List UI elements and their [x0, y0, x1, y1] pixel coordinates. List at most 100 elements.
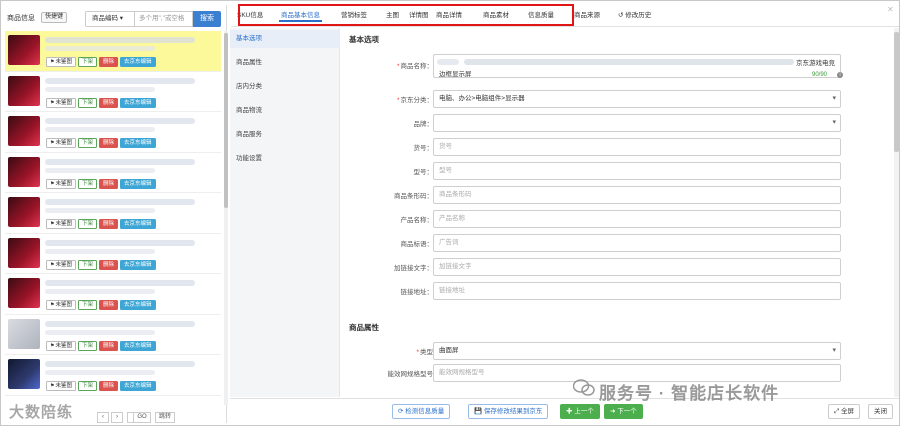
- nav-item-3[interactable]: 商品物流: [230, 102, 340, 120]
- product-name-input[interactable]: 京东游戏电竞 边框显示屏: [433, 54, 841, 78]
- jd-edit-button[interactable]: 去京东编辑: [120, 259, 156, 270]
- delete-button[interactable]: 删除: [99, 138, 119, 148]
- go-button[interactable]: GO: [133, 412, 151, 423]
- product-thumbnail[interactable]: [8, 237, 40, 268]
- jd-edit-button[interactable]: 去京东编辑: [120, 340, 156, 351]
- list-item[interactable]: 未鉴图下架删除去京东编辑: [5, 153, 221, 193]
- product-thumbnail[interactable]: [8, 359, 40, 389]
- off-shelf-button[interactable]: 下架: [78, 57, 98, 67]
- off-shelf-button[interactable]: 下架: [78, 259, 98, 270]
- off-shelf-button[interactable]: 下架: [78, 97, 98, 108]
- shortcut-button[interactable]: 快捷键: [41, 12, 68, 23]
- off-shelf-button[interactable]: 下架: [78, 138, 98, 148]
- delete-button[interactable]: 删除: [99, 300, 119, 310]
- flag-button[interactable]: 未鉴图: [46, 178, 76, 189]
- save-to-jd-button[interactable]: 💾 保存修改结果到京东: [468, 404, 549, 419]
- item-actions: 未鉴图下架删除去京东编辑: [46, 381, 156, 391]
- nav-item-4[interactable]: 商品服务: [230, 126, 340, 144]
- jump-button[interactable]: 跳转: [155, 412, 175, 423]
- flag-button[interactable]: 未鉴图: [46, 340, 76, 351]
- info-icon[interactable]: i: [837, 72, 843, 78]
- delete-button[interactable]: 删除: [99, 381, 119, 391]
- list-item[interactable]: 未鉴图下架删除去京东编辑: [5, 112, 221, 153]
- product-thumbnail[interactable]: [8, 75, 40, 106]
- select-field[interactable]: 电脑、办公>电脑组件>显示器: [433, 90, 841, 108]
- off-shelf-button[interactable]: 下架: [78, 340, 98, 351]
- close-icon[interactable]: ✕: [887, 5, 894, 14]
- title-redacted: [45, 361, 195, 367]
- jd-edit-button[interactable]: 去京东编辑: [120, 178, 156, 189]
- tab-8[interactable]: 商品来源: [574, 9, 600, 19]
- off-shelf-button[interactable]: 下架: [78, 300, 98, 310]
- subtitle-redacted: [45, 46, 155, 51]
- delete-button[interactable]: 删除: [99, 57, 119, 67]
- jd-edit-button[interactable]: 去京东编辑: [120, 381, 156, 391]
- tab-9[interactable]: ↺ 修改历史: [618, 9, 651, 19]
- form-scrollbar-thumb[interactable]: [894, 32, 899, 152]
- delete-button[interactable]: 删除: [99, 219, 119, 229]
- jd-edit-button[interactable]: 去京东编辑: [120, 57, 156, 67]
- off-shelf-button[interactable]: 下架: [78, 219, 98, 229]
- flag-button[interactable]: 未鉴图: [46, 259, 76, 270]
- text-field[interactable]: 广告词: [433, 234, 841, 252]
- list-item[interactable]: 未鉴图下架删除去京东编辑: [5, 234, 221, 274]
- next-button[interactable]: ➜ 下一个: [604, 404, 643, 419]
- product-thumbnail[interactable]: [8, 35, 40, 65]
- form-scrollbar[interactable]: [894, 28, 899, 397]
- delete-button[interactable]: 删除: [99, 97, 119, 108]
- delete-button[interactable]: 删除: [99, 340, 119, 351]
- text-field[interactable]: 商品条形码: [433, 186, 841, 204]
- pager-prev[interactable]: ‹: [97, 412, 109, 423]
- text-field[interactable]: 链接地址: [433, 282, 841, 300]
- search-field-select[interactable]: 商品编码 ▾: [85, 11, 135, 27]
- scrollbar-thumb[interactable]: [224, 33, 228, 208]
- name-char-count: 90/90: [812, 72, 828, 78]
- list-item[interactable]: 未鉴图下架删除去京东编辑: [5, 72, 221, 112]
- text-field[interactable]: 产品名称: [433, 210, 841, 228]
- off-shelf-button[interactable]: 下架: [78, 178, 98, 189]
- list-item[interactable]: 未鉴图下架删除去京东编辑: [5, 193, 221, 234]
- form-row: 商品条形码： 商品条形码: [341, 186, 893, 204]
- list-item[interactable]: 未鉴图下架删除去京东编辑: [5, 274, 221, 315]
- jd-edit-button[interactable]: 去京东编辑: [120, 300, 156, 310]
- close-button[interactable]: 关闭: [868, 404, 893, 419]
- flag-button[interactable]: 未鉴图: [46, 381, 76, 391]
- flag-button[interactable]: 未鉴图: [46, 57, 76, 67]
- select-field[interactable]: [433, 114, 841, 132]
- list-item[interactable]: 未鉴图下架删除去京东编辑: [5, 315, 221, 355]
- flag-button[interactable]: 未鉴图: [46, 97, 76, 108]
- product-thumbnail[interactable]: [8, 318, 40, 349]
- flag-button[interactable]: 未鉴图: [46, 138, 76, 148]
- search-button[interactable]: 搜索: [193, 11, 221, 27]
- product-list-panel: 商品信息 快捷键 商品编码 ▾ 多个用","或空格 搜索 未鉴图下架删除去京东编…: [3, 5, 228, 423]
- delete-button[interactable]: 删除: [99, 178, 119, 189]
- product-thumbnail[interactable]: [8, 116, 40, 146]
- select-field[interactable]: 曲面屏: [433, 342, 841, 360]
- nav-item-0[interactable]: 基本选项: [230, 30, 340, 48]
- fullscreen-button[interactable]: ⤢ 全屏: [828, 404, 861, 419]
- list-item[interactable]: 未鉴图下架删除去京东编辑: [5, 355, 221, 396]
- nav-item-5[interactable]: 功能设置: [230, 150, 340, 168]
- product-thumbnail[interactable]: [8, 156, 40, 187]
- flag-button[interactable]: 未鉴图: [46, 300, 76, 310]
- list-item[interactable]: 未鉴图下架删除去京东编辑: [5, 31, 221, 72]
- product-thumbnail[interactable]: [8, 197, 40, 227]
- check-quality-button[interactable]: ⟳ 检测信息质量: [392, 404, 451, 419]
- nav-item-2[interactable]: 店内分类: [230, 78, 340, 96]
- form-row: 型号： 型号: [341, 162, 893, 180]
- flag-button[interactable]: 未鉴图: [46, 219, 76, 229]
- text-field[interactable]: 型号: [433, 162, 841, 180]
- jd-edit-button[interactable]: 去京东编辑: [120, 97, 156, 108]
- product-thumbnail[interactable]: [8, 278, 40, 308]
- delete-button[interactable]: 删除: [99, 259, 119, 270]
- jd-edit-button[interactable]: 去京东编辑: [120, 219, 156, 229]
- pager-next[interactable]: ›: [111, 412, 123, 423]
- jd-edit-button[interactable]: 去京东编辑: [120, 138, 156, 148]
- nav-item-1[interactable]: 商品属性: [230, 54, 340, 72]
- prev-button[interactable]: ✚ 上一个: [560, 404, 600, 419]
- text-field[interactable]: 加链接文字: [433, 258, 841, 276]
- search-input[interactable]: 多个用","或空格: [135, 11, 193, 27]
- off-shelf-button[interactable]: 下架: [78, 381, 98, 391]
- text-field[interactable]: 货号: [433, 138, 841, 156]
- list-scrollbar[interactable]: [224, 31, 228, 405]
